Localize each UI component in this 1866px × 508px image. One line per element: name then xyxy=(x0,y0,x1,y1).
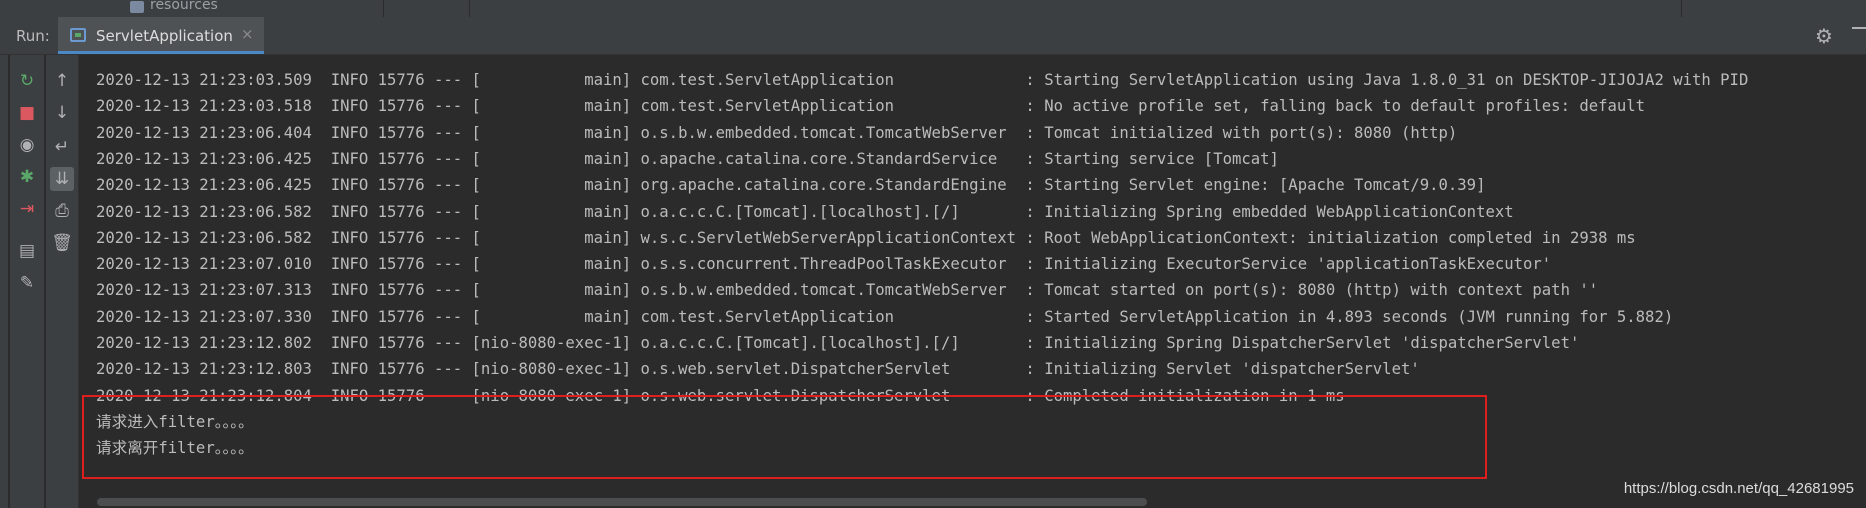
divider xyxy=(1681,0,1682,17)
console-line: 2020-12-13 21:23:06.582 INFO 15776 --- [… xyxy=(96,202,1514,221)
resources-label[interactable]: resources xyxy=(150,0,218,13)
run-toolbar: Run: ServletApplication × ⚙ xyxy=(0,17,1866,55)
camera-icon[interactable]: ◉ xyxy=(15,133,39,157)
exit-icon[interactable]: ⇥ xyxy=(15,197,39,221)
minimize-icon[interactable] xyxy=(1852,27,1866,29)
arrow-up-icon[interactable]: ↑ xyxy=(50,69,74,93)
application-icon xyxy=(70,28,86,42)
console-line: 2020-12-13 21:23:06.425 INFO 15776 --- [… xyxy=(96,149,1279,168)
console-line: 2020-12-13 21:23:07.010 INFO 15776 --- [… xyxy=(96,255,1552,274)
console-line: 2020-12-13 21:23:07.313 INFO 15776 --- [… xyxy=(96,281,1599,300)
arrow-down-icon[interactable]: ↓ xyxy=(50,101,74,125)
tab-servlet-application[interactable]: ServletApplication × xyxy=(58,17,264,54)
scroll-to-end-icon[interactable]: ⇊ xyxy=(50,167,74,191)
layout-icon[interactable]: ▤ xyxy=(15,239,39,263)
run-label: Run: xyxy=(16,27,50,45)
highlight-box xyxy=(82,395,1487,479)
tab-underline xyxy=(58,51,264,54)
horizontal-scroll-thumb[interactable] xyxy=(97,498,1147,506)
console-line: 2020-12-13 21:23:06.404 INFO 15776 --- [… xyxy=(96,123,1458,142)
console-line: 2020-12-13 21:23:03.509 INFO 15776 --- [… xyxy=(96,71,1749,89)
top-strip: resources xyxy=(0,0,1866,18)
run-actions-toolbar: ↻ ■ ◉ ✱ ⇥ ▤ ✎ xyxy=(10,55,44,508)
console-line: 2020-12-13 21:23:06.582 INFO 15776 --- [… xyxy=(96,228,1636,247)
rerun-icon[interactable]: ↻ xyxy=(15,69,39,93)
divider xyxy=(383,0,384,17)
console-line: 2020-12-13 21:23:03.518 INFO 15776 --- [… xyxy=(96,97,1646,116)
close-tab-icon[interactable]: × xyxy=(241,25,254,43)
soft-wrap-icon[interactable]: ↵ xyxy=(50,135,74,159)
trash-icon[interactable]: 🗑 xyxy=(50,231,74,255)
console-actions-toolbar: ↑ ↓ ↵ ⇊ ⎙ 🗑 xyxy=(46,55,79,508)
debug-icon[interactable]: ✱ xyxy=(15,165,39,189)
console-line: 2020-12-13 21:23:07.330 INFO 15776 --- [… xyxy=(96,307,1674,326)
watermark: https://blog.csdn.net/qq_42681995 xyxy=(1623,480,1854,497)
folder-icon xyxy=(130,1,144,13)
pin-icon[interactable]: ✎ xyxy=(15,271,39,295)
gear-icon[interactable]: ⚙ xyxy=(1815,24,1833,48)
side-panel-strip xyxy=(0,55,8,508)
console-line: 2020-12-13 21:23:12.802 INFO 15776 --- [… xyxy=(96,334,1580,352)
console-line: 2020-12-13 21:23:12.803 INFO 15776 --- [… xyxy=(96,360,1420,379)
console-line: 2020-12-13 21:23:06.425 INFO 15776 --- [… xyxy=(96,176,1486,195)
print-icon[interactable]: ⎙ xyxy=(50,199,74,223)
tab-label: ServletApplication xyxy=(96,27,233,45)
stop-icon[interactable]: ■ xyxy=(15,101,39,125)
divider xyxy=(469,0,470,17)
